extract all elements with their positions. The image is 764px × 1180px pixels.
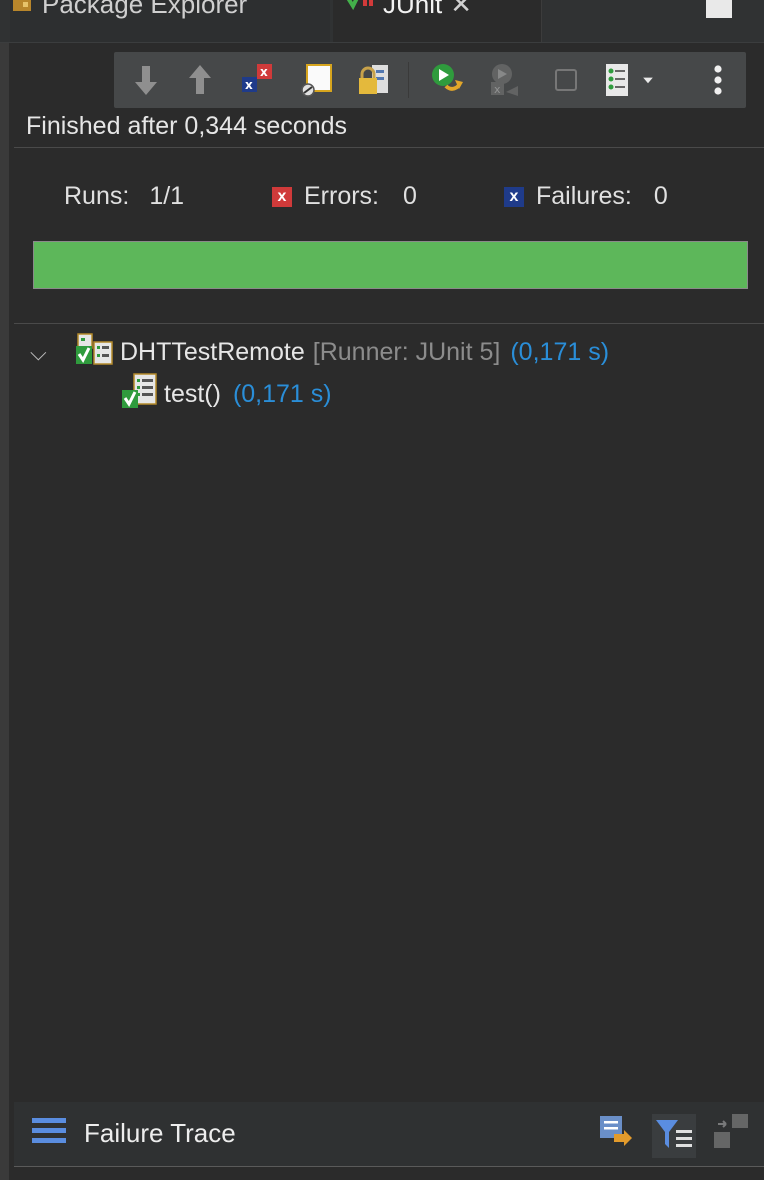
filter-icon (656, 1120, 692, 1148)
failure-icon: x (504, 186, 524, 207)
stop-button[interactable] (546, 60, 586, 100)
progress-fill (34, 242, 747, 288)
tab-package-explorer[interactable]: Package Explorer (10, 0, 330, 42)
trace-layout-button[interactable] (712, 1112, 752, 1157)
tab-label: JUnit (383, 0, 443, 19)
package-explorer-icon (10, 0, 34, 20)
runs-value: 1/1 (149, 182, 185, 210)
previous-failure-button[interactable] (180, 60, 220, 100)
show-failures-only-button[interactable]: xx (236, 60, 276, 100)
test-case-icon (120, 372, 158, 417)
failures-label: Failures: (536, 182, 632, 210)
kebab-menu-icon (714, 65, 722, 95)
rerun-button[interactable] (428, 60, 468, 100)
toolbar-separator (408, 62, 409, 98)
tab-junit[interactable]: JUnit ✕ (333, 0, 542, 42)
show-skipped-button[interactable] (296, 60, 336, 100)
failures-counter: x Failures: 0 (504, 182, 668, 211)
failures-value: 0 (653, 182, 668, 210)
suite-time: (0,171 s) (510, 338, 610, 366)
errors-counter: x Errors: 0 (272, 182, 417, 211)
test-run-history-button[interactable] (598, 60, 638, 100)
compare-icon (600, 1116, 632, 1146)
list-icon (32, 1116, 66, 1151)
test-name: test() (164, 380, 221, 408)
suite-runner: [Runner: JUnit 5] (312, 338, 501, 366)
filter-stack-trace-button[interactable] (652, 1114, 696, 1158)
layout-icon (714, 1114, 748, 1148)
runs-label: Runs: (64, 182, 130, 210)
arrow-down-icon (135, 66, 157, 95)
svg-text:x: x (245, 78, 253, 92)
rerun-failed-icon: x (491, 64, 518, 96)
test-time: (0,171 s) (232, 380, 332, 408)
compare-results-button[interactable] (598, 1114, 634, 1153)
view-menu-button[interactable] (698, 60, 738, 100)
svg-text:x: x (494, 83, 501, 96)
rerun-failed-first-button[interactable]: x (486, 60, 526, 100)
error-icon: x (272, 186, 292, 207)
divider (14, 147, 764, 148)
tree-test-row[interactable]: test() (0,171 s) (120, 372, 332, 417)
next-failure-button[interactable] (126, 60, 166, 100)
tree-suite-row[interactable]: ⌵ DHTTestRemote [Runner: JUnit 5] (0,171… (30, 332, 609, 373)
close-icon[interactable]: ✕ (450, 0, 472, 20)
scroll-lock-button[interactable] (354, 60, 394, 100)
junit-icon (345, 0, 375, 21)
errors-label: Errors: (304, 182, 379, 210)
skipped-icon (301, 64, 332, 97)
runs-counter: Runs: 1/1 (64, 182, 184, 211)
stop-icon (555, 69, 577, 91)
progress-bar (33, 241, 748, 289)
arrow-up-icon (189, 65, 211, 94)
svg-text:x: x (260, 65, 268, 79)
failures-only-icon: xx (242, 64, 272, 92)
scrollbar[interactable] (0, 0, 9, 1180)
divider (14, 323, 764, 324)
history-icon (606, 64, 628, 96)
chevron-down-icon[interactable] (638, 60, 658, 100)
suite-name: DHTTestRemote (120, 338, 305, 366)
divider (14, 1166, 764, 1167)
errors-value: 0 (403, 182, 417, 210)
tab-label: Package Explorer (42, 0, 248, 19)
junit-toolbar: xx x (114, 52, 746, 108)
lock-icon (359, 65, 388, 94)
status-text: Finished after 0,344 seconds (26, 112, 348, 140)
test-suite-icon (74, 332, 114, 373)
rerun-icon (432, 64, 463, 91)
chevron-down-icon[interactable]: ⌵ (30, 340, 52, 366)
minimize-button[interactable] (706, 0, 732, 18)
failure-trace-label: Failure Trace (84, 1118, 236, 1148)
